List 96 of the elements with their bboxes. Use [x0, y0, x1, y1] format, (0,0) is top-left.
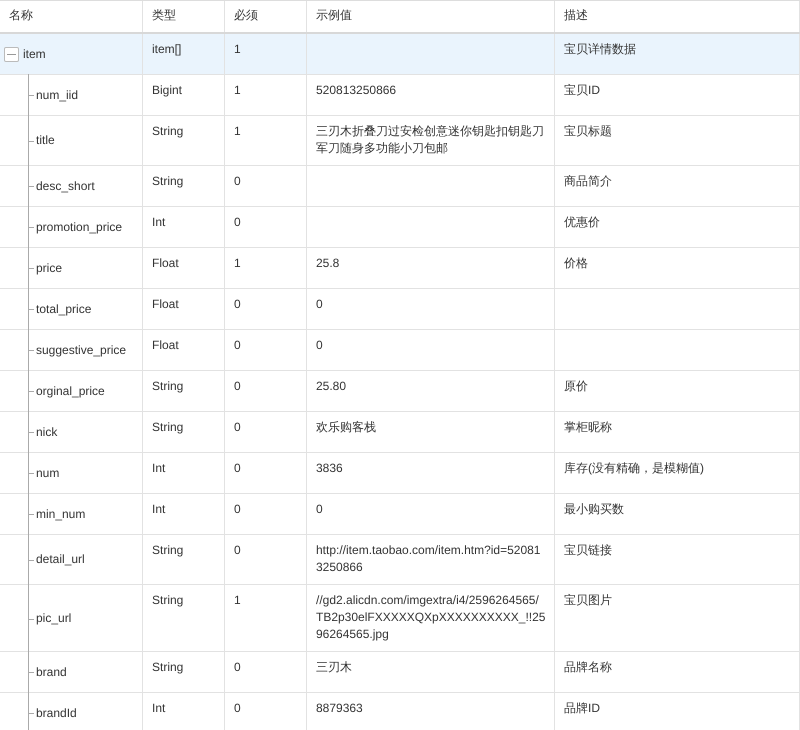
field-type: Int [152, 215, 166, 229]
field-name: item [23, 46, 46, 62]
table-row[interactable]: price Float 1 25.8 价格 [0, 248, 800, 289]
example-value: //gd2.alicdn.com/imgextra/i4/2596264565/TB2p30elFXXXXXQXpXXXXXXXXXX_!!2596264565.jpg [316, 593, 546, 641]
field-name: price [36, 260, 62, 276]
required-value: 0 [234, 461, 241, 475]
required-value: 0 [234, 502, 241, 516]
field-description: 掌柜昵称 [564, 420, 612, 434]
required-value: 1 [234, 593, 241, 607]
field-description: 最小购买数 [564, 502, 624, 516]
field-type: String [152, 174, 184, 188]
table-row[interactable]: desc_short String 0 商品简介 [0, 166, 800, 207]
example-value: 520813250866 [316, 83, 396, 97]
field-name: pic_url [36, 610, 72, 626]
required-value: 1 [234, 83, 241, 97]
example-value: 0 [316, 502, 323, 516]
field-name: promotion_price [36, 218, 122, 236]
field-description: 价格 [564, 256, 588, 270]
column-header: 必须 [225, 1, 307, 32]
collapse-icon[interactable] [4, 46, 19, 62]
required-value: 0 [234, 297, 241, 311]
example-value: 8879363 [316, 701, 363, 715]
example-value: 0 [316, 338, 323, 352]
required-value: 1 [234, 124, 241, 138]
field-description: 品牌名称 [564, 660, 612, 674]
field-type: Int [152, 461, 166, 475]
required-value: 0 [234, 420, 241, 434]
field-type: String [152, 124, 184, 138]
field-name: title [36, 132, 55, 149]
required-value: 0 [234, 174, 241, 188]
example-value: 0 [316, 297, 323, 311]
table-row[interactable]: orginal_price String 0 25.80 原价 [0, 371, 800, 412]
required-value: 0 [234, 660, 241, 674]
required-value: 1 [234, 42, 241, 56]
table-row[interactable]: num_iid Bigint 1 520813250866 宝贝ID [0, 75, 800, 116]
field-description: 库存(没有精确，是模糊值) [564, 461, 704, 475]
field-type: Int [152, 701, 166, 715]
field-name: total_price [36, 300, 92, 318]
table-row[interactable]: suggestive_price Float 0 0 [0, 330, 800, 371]
field-name: suggestive_price [36, 342, 126, 358]
field-description: 品牌ID [564, 701, 600, 715]
field-name: detail_url [36, 551, 85, 568]
field-type: Bigint [152, 83, 182, 97]
required-value: 0 [234, 379, 241, 393]
table-row[interactable]: nick String 0 欢乐购客栈 掌柜昵称 [0, 412, 800, 453]
field-type: String [152, 660, 184, 674]
field-type: Float [152, 256, 179, 270]
field-type: String [152, 543, 184, 557]
column-header: 描述 [555, 1, 800, 32]
table-row[interactable]: pic_url String 1 //gd2.alicdn.com/imgextra/i4/2596264565/TB2p30elFXXXXXQXpXXXXXXXXXX_!!2596264565.jpg 宝贝图片 [0, 585, 800, 652]
field-description: 宝贝链接 [564, 543, 612, 557]
table-row[interactable]: detail_url String 0 http://item.taobao.com/item.htm?id=520813250866 宝贝链接 [0, 535, 800, 585]
required-value: 0 [234, 338, 241, 352]
field-type: String [152, 379, 184, 393]
required-value: 1 [234, 256, 241, 270]
field-description: 宝贝ID [564, 83, 600, 97]
field-type: Int [152, 502, 166, 516]
required-value: 0 [234, 215, 241, 229]
required-value: 0 [234, 543, 241, 557]
column-header: 名称 [0, 1, 143, 32]
table-row[interactable]: brand String 0 三刃木 品牌名称 [0, 652, 800, 693]
table-row[interactable]: num Int 0 3836 库存(没有精确，是模糊值) [0, 453, 800, 494]
field-name: orginal_price [36, 382, 105, 400]
example-value: 25.80 [316, 379, 346, 393]
field-name: desc_short [36, 178, 95, 194]
field-type: String [152, 420, 184, 434]
required-value: 0 [234, 701, 241, 715]
example-value: 欢乐购客栈 [316, 420, 376, 434]
field-description: 宝贝详情数据 [564, 42, 636, 56]
field-description: 宝贝标题 [564, 124, 612, 138]
field-name: min_num [36, 506, 86, 522]
column-header: 类型 [143, 1, 225, 32]
field-description: 商品简介 [564, 174, 612, 188]
example-value: http://item.taobao.com/item.htm?id=520813250866 [316, 543, 540, 574]
example-value: 25.8 [316, 256, 340, 270]
field-description: 宝贝图片 [564, 593, 612, 607]
field-type: Float [152, 338, 179, 352]
table-row[interactable]: promotion_price Int 0 优惠价 [0, 207, 800, 248]
column-header: 示例值 [307, 1, 555, 32]
example-value: 三刃木折叠刀过安检创意迷你钥匙扣钥匙刀军刀随身多功能小刀包邮 [316, 124, 544, 155]
field-name: nick [36, 424, 58, 440]
table-row[interactable]: item item[] 1 宝贝详情数据 [0, 34, 800, 75]
field-name: num_iid [36, 86, 78, 104]
example-value: 3836 [316, 461, 343, 475]
field-name: brand [36, 664, 67, 680]
table-row[interactable]: title String 1 三刃木折叠刀过安检创意迷你钥匙扣钥匙刀军刀随身多功能小刀包邮 宝贝标题 [0, 116, 800, 166]
field-type: Float [152, 297, 179, 311]
field-name: brandId [36, 704, 77, 722]
field-description: 原价 [564, 379, 588, 393]
field-name: num [36, 464, 60, 482]
field-type: item[] [152, 42, 182, 56]
example-value: 三刃木 [316, 660, 352, 674]
field-description: 优惠价 [564, 215, 600, 229]
table-row[interactable]: min_num Int 0 0 最小购买数 [0, 494, 800, 535]
field-type: String [152, 593, 184, 607]
table-row[interactable]: total_price Float 0 0 [0, 289, 800, 330]
